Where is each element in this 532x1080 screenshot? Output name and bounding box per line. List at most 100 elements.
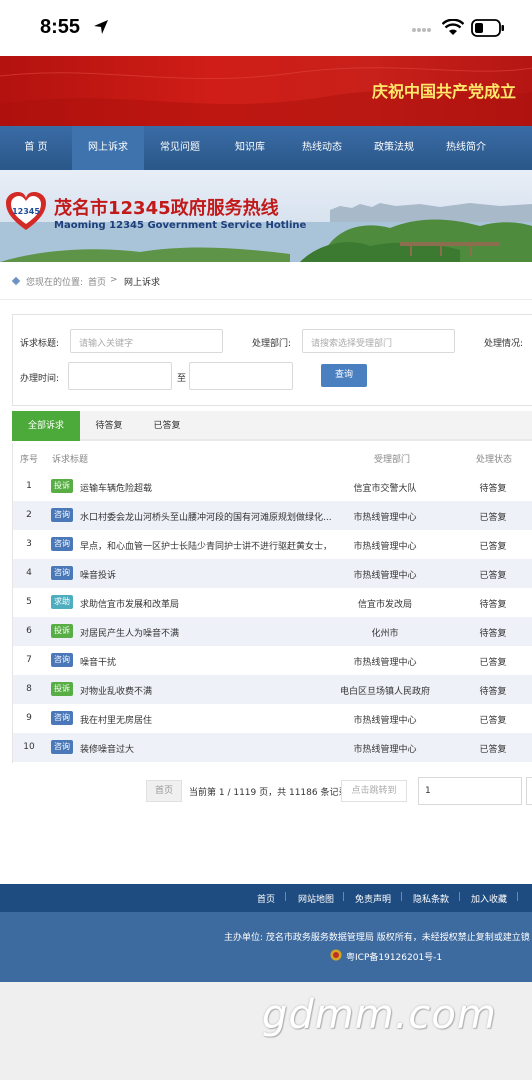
row-number: 4: [26, 568, 32, 578]
row-type-tag: 投诉: [51, 624, 73, 638]
table-row[interactable]: 2 咨询 水口村委会龙山河桥头至山腰冲河段的国有河滩原规划做绿化... 市热线管…: [12, 501, 532, 530]
logo-number-text: 12345: [12, 207, 40, 216]
time-filter-label: 办理时间:: [20, 374, 60, 384]
date-range-to-label: 至: [177, 374, 187, 384]
row-title-link[interactable]: 运输车辆危险超载: [80, 481, 152, 494]
table-left-border: [12, 443, 13, 763]
row-number: 3: [26, 539, 32, 549]
row-dept: 市热线管理中心: [353, 658, 417, 668]
table-row[interactable]: 4 咨询 噪音投诉 市热线管理中心 已答复: [12, 559, 532, 588]
row-number: 7: [26, 655, 32, 665]
footer-icp-link[interactable]: 粤ICP备19126201号-1: [346, 950, 442, 963]
tab-answered[interactable]: 已答复: [138, 411, 196, 441]
breadcrumb-current: 网上诉求: [124, 278, 161, 288]
breadcrumb-separator: >: [110, 275, 118, 285]
row-status: 已答复: [479, 716, 507, 726]
row-title-link[interactable]: 对物业乱收费不满: [80, 684, 152, 697]
nav-item-faq[interactable]: 常见问题: [144, 126, 216, 170]
table-row[interactable]: 10 咨询 装修噪音过大 市热线管理中心 已答复: [12, 733, 532, 762]
wifi-icon: [442, 19, 464, 35]
row-dept: 电白区旦场镇人民政府: [339, 687, 430, 697]
nav-item-hotline-intro[interactable]: 热线简介: [428, 126, 504, 170]
go-button[interactable]: [526, 777, 532, 805]
end-date-input[interactable]: [189, 362, 293, 390]
row-status: 已答复: [479, 542, 507, 552]
row-dept: 信宜市交警大队: [353, 484, 417, 494]
nav-item-policies[interactable]: 政策法规: [360, 126, 428, 170]
footer-link-disclaimer[interactable]: 免责声明: [355, 892, 391, 905]
table-row[interactable]: 6 投诉 对居民产生人为噪音不满 化州市 待答复: [12, 617, 532, 646]
row-title-link[interactable]: 我在村里无房居住: [80, 713, 152, 726]
row-title-link[interactable]: 噪音投诉: [80, 568, 116, 581]
pagination-info: 当前第 1 / 1119 页，共 11186 条记录。: [189, 788, 357, 798]
jump-to-page-button[interactable]: 点击跳转到: [341, 780, 407, 802]
hero-header: 12345 茂名市12345政府服务热线 Maoming 12345 Gover…: [0, 170, 532, 262]
main-nav: 首 页 网上诉求 常见问题 知识库 热线动态 政策法规 热线简介: [0, 126, 532, 170]
row-number: 5: [26, 597, 32, 607]
table-row[interactable]: 3 咨询 早点，和心血管一区护士长陆少青同护士讲不进行驱赶黄女士， 市热线管理中…: [12, 530, 532, 559]
footer-link-home[interactable]: 首页: [257, 892, 275, 905]
row-dept: 市热线管理中心: [353, 542, 417, 552]
row-title-link[interactable]: 早点，和心血管一区护士长陆少青同护士讲不进行驱赶黄女士，: [80, 539, 332, 552]
footer-info: 主办单位: 茂名市政务服务数据管理局 版权所有，未经授权禁止复制或建立镜 粤IC…: [0, 912, 532, 982]
footer-separator: |: [284, 892, 288, 902]
table-row[interactable]: 9 咨询 我在村里无房居住 市热线管理中心 已答复: [12, 704, 532, 733]
first-page-button[interactable]: 首页: [146, 780, 182, 802]
title-keyword-input[interactable]: 请输入关键字: [70, 329, 223, 353]
footer-link-sitemap[interactable]: 网站地图: [298, 892, 334, 905]
dept-filter-label: 处理部门:: [252, 339, 292, 349]
dept-search-input[interactable]: 请搜索选择受理部门: [302, 329, 455, 353]
query-button[interactable]: 查询: [321, 364, 367, 387]
nav-item-home[interactable]: 首 页: [0, 126, 72, 170]
page-number-input[interactable]: 1: [418, 777, 522, 805]
row-dept: 市热线管理中心: [353, 513, 417, 523]
row-title-link[interactable]: 求助信宜市发展和改革局: [80, 597, 179, 610]
table-row[interactable]: 7 咨询 噪音干扰 市热线管理中心 已答复: [12, 646, 532, 675]
row-title-link[interactable]: 装修噪音过大: [80, 742, 134, 755]
start-date-input[interactable]: [68, 362, 172, 390]
row-type-tag: 咨询: [51, 537, 73, 551]
nav-item-online-appeal[interactable]: 网上诉求: [72, 126, 144, 170]
site-watermark: gdmm.com: [262, 992, 497, 1038]
row-number: 1: [26, 481, 32, 491]
site-title: 茂名市12345政府服务热线: [54, 198, 279, 219]
table-row[interactable]: 5 求助 求助信宜市发展和改革局 信宜市发改局 待答复: [12, 588, 532, 617]
police-emblem-icon: [330, 949, 342, 961]
row-number: 8: [26, 684, 32, 694]
table-row[interactable]: 8 投诉 对物业乱收费不满 电白区旦场镇人民政府 待答复: [12, 675, 532, 704]
breadcrumb-home-link[interactable]: 首页: [88, 275, 106, 288]
row-dept: 市热线管理中心: [353, 571, 417, 581]
row-type-tag: 投诉: [51, 479, 73, 493]
row-dept: 市热线管理中心: [353, 716, 417, 726]
row-title-link[interactable]: 水口村委会龙山河桥头至山腰冲河段的国有河滩原规划做绿化...: [80, 510, 332, 523]
col-header-number: 序号: [20, 455, 39, 465]
status-time: 8:55: [40, 16, 81, 38]
row-status: 已答复: [479, 571, 507, 581]
nav-item-hotline-news[interactable]: 热线动态: [284, 126, 360, 170]
breadcrumb-marker-icon: [11, 276, 21, 286]
col-header-status: 处理状态: [476, 455, 513, 465]
footer-separator: |: [458, 892, 462, 902]
footer-link-privacy[interactable]: 隐私条款: [413, 892, 449, 905]
nav-item-knowledge-base[interactable]: 知识库: [216, 126, 284, 170]
row-title-link[interactable]: 对居民产生人为噪音不满: [80, 626, 179, 639]
row-type-tag: 投诉: [51, 682, 73, 696]
row-status: 已答复: [479, 658, 507, 668]
status-bar: 8:55: [0, 0, 532, 56]
table-row[interactable]: 1 投诉 运输车辆危险超载 信宜市交警大队 待答复: [12, 472, 532, 501]
footer-link-bookmark[interactable]: 加入收藏: [471, 892, 507, 905]
row-number: 6: [26, 626, 32, 636]
footer-separator: |: [400, 892, 404, 902]
row-title-link[interactable]: 噪音干扰: [80, 655, 116, 668]
row-status: 已答复: [479, 745, 507, 755]
breadcrumb-prefix: 您现在的位置:: [26, 278, 84, 288]
celebration-banner: 庆祝中国共产党成立: [0, 56, 532, 126]
row-status: 待答复: [479, 629, 507, 639]
tab-pending[interactable]: 待答复: [80, 411, 138, 441]
col-header-dept: 受理部门: [374, 455, 411, 465]
footer-separator: |: [516, 892, 520, 902]
battery-icon: [471, 19, 504, 37]
row-type-tag: 咨询: [51, 711, 73, 725]
row-type-tag: 咨询: [51, 740, 73, 754]
tab-all-appeals[interactable]: 全部诉求: [12, 411, 80, 441]
